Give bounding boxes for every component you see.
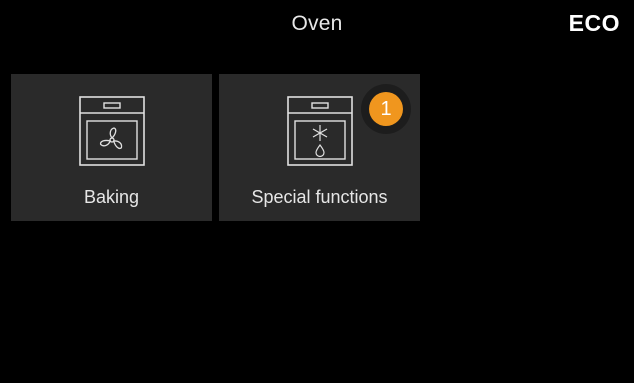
- step-badge: 1: [361, 84, 411, 134]
- tile-label: Special functions: [251, 187, 388, 207]
- oven-fan-icon: [78, 96, 145, 166]
- step-badge-number: 1: [369, 92, 403, 126]
- tile-label: Baking: [83, 187, 140, 207]
- oven-special-function-icon: [286, 96, 353, 166]
- tile-baking[interactable]: Baking: [11, 74, 212, 221]
- eco-mode-badge[interactable]: ECO: [569, 10, 620, 37]
- page-title: Oven: [291, 12, 343, 35]
